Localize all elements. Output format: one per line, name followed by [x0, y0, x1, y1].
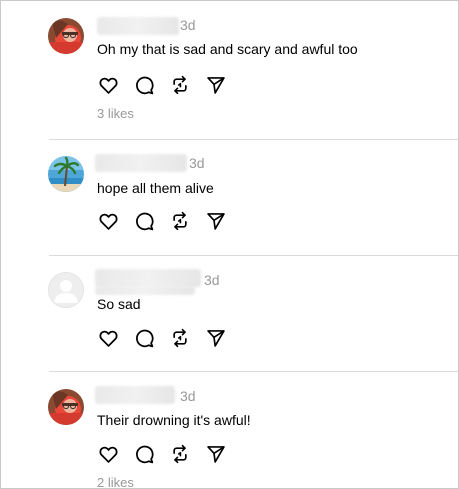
repost-arrows-icon[interactable] — [169, 327, 191, 349]
username-redacted — [95, 154, 187, 172]
heart-icon[interactable] — [97, 443, 119, 465]
like-count[interactable]: 2 likes — [97, 475, 134, 488]
avatar[interactable] — [48, 18, 84, 54]
send-paper-plane-icon[interactable] — [205, 74, 227, 96]
divider — [49, 371, 458, 372]
repost-arrows-icon[interactable] — [169, 74, 191, 96]
comment-bubble-icon[interactable] — [133, 74, 155, 96]
comment-bubble-icon[interactable] — [133, 327, 155, 349]
action-bar — [97, 210, 241, 232]
send-paper-plane-icon[interactable] — [205, 327, 227, 349]
username-redacted — [95, 386, 175, 404]
send-paper-plane-icon[interactable] — [205, 210, 227, 232]
comment-text: Oh my that is sad and scary and awful to… — [97, 41, 358, 57]
repost-arrows-icon[interactable] — [169, 443, 191, 465]
timestamp: 3d — [204, 272, 220, 288]
comment-bubble-icon[interactable] — [133, 443, 155, 465]
timestamp: 3d — [180, 388, 196, 404]
comment-text: So sad — [97, 296, 141, 312]
action-bar — [97, 443, 241, 465]
username-redacted — [95, 269, 201, 287]
action-bar — [97, 74, 241, 96]
send-paper-plane-icon[interactable] — [205, 443, 227, 465]
username-redacted — [97, 17, 179, 35]
comment-text: hope all them alive — [97, 180, 214, 196]
divider — [49, 255, 458, 256]
like-count[interactable]: 3 likes — [97, 106, 134, 122]
heart-icon[interactable] — [97, 327, 119, 349]
avatar[interactable] — [48, 389, 84, 425]
timestamp: 3d — [189, 155, 205, 171]
comment-bubble-icon[interactable] — [133, 210, 155, 232]
heart-icon[interactable] — [97, 74, 119, 96]
avatar[interactable] — [48, 156, 84, 192]
comment-text: Their drowning it's awful! — [97, 412, 251, 428]
username-redacted — [95, 286, 195, 295]
repost-arrows-icon[interactable] — [169, 210, 191, 232]
divider — [49, 139, 458, 140]
action-bar — [97, 327, 241, 349]
comment-feed: 3d Oh my that is sad and scary and awful… — [0, 0, 459, 489]
default-person-icon[interactable] — [48, 272, 84, 308]
heart-icon[interactable] — [97, 210, 119, 232]
timestamp: 3d — [180, 17, 196, 33]
